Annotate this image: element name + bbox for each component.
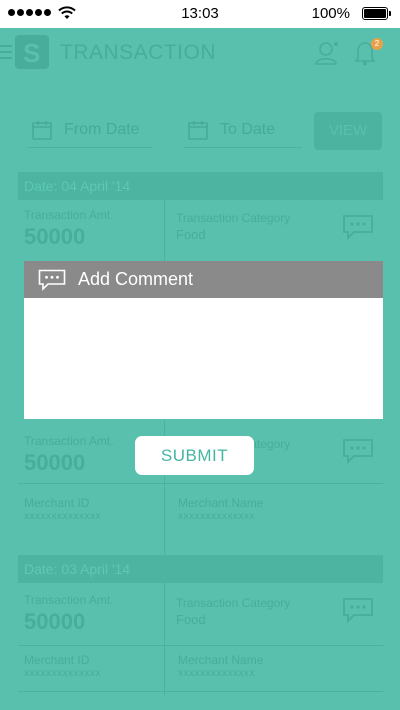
divider (18, 645, 383, 646)
merchant-id-label: Merchant ID (24, 653, 90, 667)
comment-input[interactable] (24, 298, 383, 419)
amount-label: Transaction Amt. (24, 434, 114, 448)
category-value: Food (176, 612, 206, 627)
amount-label: Transaction Amt. (24, 593, 114, 607)
add-comment-dialog: Add Comment (24, 261, 383, 419)
category-label: Transaction Category (176, 596, 291, 610)
category-cell: Transaction Category Food (176, 211, 290, 242)
category-label: Transaction Category (176, 211, 291, 225)
merchant-id-value: xxxxxxxxxxxxxx (24, 668, 101, 679)
divider (18, 691, 383, 692)
divider (164, 583, 165, 695)
amount-cell: Transaction Amt. 50000 (24, 208, 114, 250)
page-title: TRANSACTION (60, 41, 217, 64)
amount-value: 50000 (24, 609, 86, 634)
merchant-id-cell: Merchant ID xxxxxxxxxxxxxx (24, 653, 101, 679)
amount-label: Transaction Amt. (24, 208, 114, 222)
dialog-header: Add Comment (24, 261, 383, 298)
merchant-name-label: Merchant Name (178, 653, 264, 667)
app-bar: TRANSACTION 2 (0, 28, 400, 76)
comment-icon[interactable] (342, 214, 374, 240)
merchant-name-value: xxxxxxxxxxxxxx (178, 511, 255, 522)
comment-icon (38, 269, 66, 291)
merchant-name-cell: Merchant Name xxxxxxxxxxxxxx (178, 496, 263, 522)
menu-icon[interactable] (0, 45, 12, 63)
view-button[interactable]: VIEW (314, 112, 382, 150)
notification-badge: 2 (371, 38, 383, 50)
amount-cell: Transaction Amt. 50000 (24, 593, 114, 635)
amount-value: 50000 (24, 450, 86, 475)
app-logo (15, 35, 49, 69)
merchant-name-cell: Merchant Name xxxxxxxxxxxxxx (178, 653, 263, 679)
merchant-id-value: xxxxxxxxxxxxxx (24, 511, 101, 522)
status-bar: 13:03 100% (0, 0, 400, 28)
to-date-field[interactable]: To Date (184, 112, 302, 148)
comment-icon[interactable] (342, 438, 374, 464)
merchant-id-cell: Merchant ID xxxxxxxxxxxxxx (24, 496, 101, 522)
comment-icon[interactable] (342, 597, 374, 623)
to-date-placeholder: To Date (220, 120, 276, 138)
submit-button[interactable]: SUBMIT (135, 436, 254, 475)
date-header: Date: 03 April '14 (18, 555, 383, 583)
date-header: Date: 04 April '14 (18, 172, 383, 200)
from-date-placeholder: From Date (64, 120, 140, 138)
user-icon[interactable] (314, 40, 340, 66)
merchant-id-label: Merchant ID (24, 496, 90, 510)
divider (18, 483, 383, 484)
dialog-body (24, 298, 383, 419)
transaction-card[interactable]: Transaction Amt. 50000 Transaction Categ… (18, 583, 383, 710)
merchant-name-value: xxxxxxxxxxxxxx (178, 668, 255, 679)
battery-percentage: 100% (311, 5, 350, 22)
battery-icon (362, 7, 391, 20)
category-cell: Transaction Category Food (176, 596, 290, 627)
calendar-icon (32, 120, 52, 140)
from-date-field[interactable]: From Date (28, 112, 152, 148)
category-value: Food (176, 227, 206, 242)
calendar-icon (188, 120, 208, 140)
dialog-title: Add Comment (78, 269, 194, 289)
merchant-name-label: Merchant Name (178, 496, 264, 510)
amount-cell: Transaction Amt. 50000 (24, 434, 114, 476)
amount-value: 50000 (24, 224, 86, 249)
